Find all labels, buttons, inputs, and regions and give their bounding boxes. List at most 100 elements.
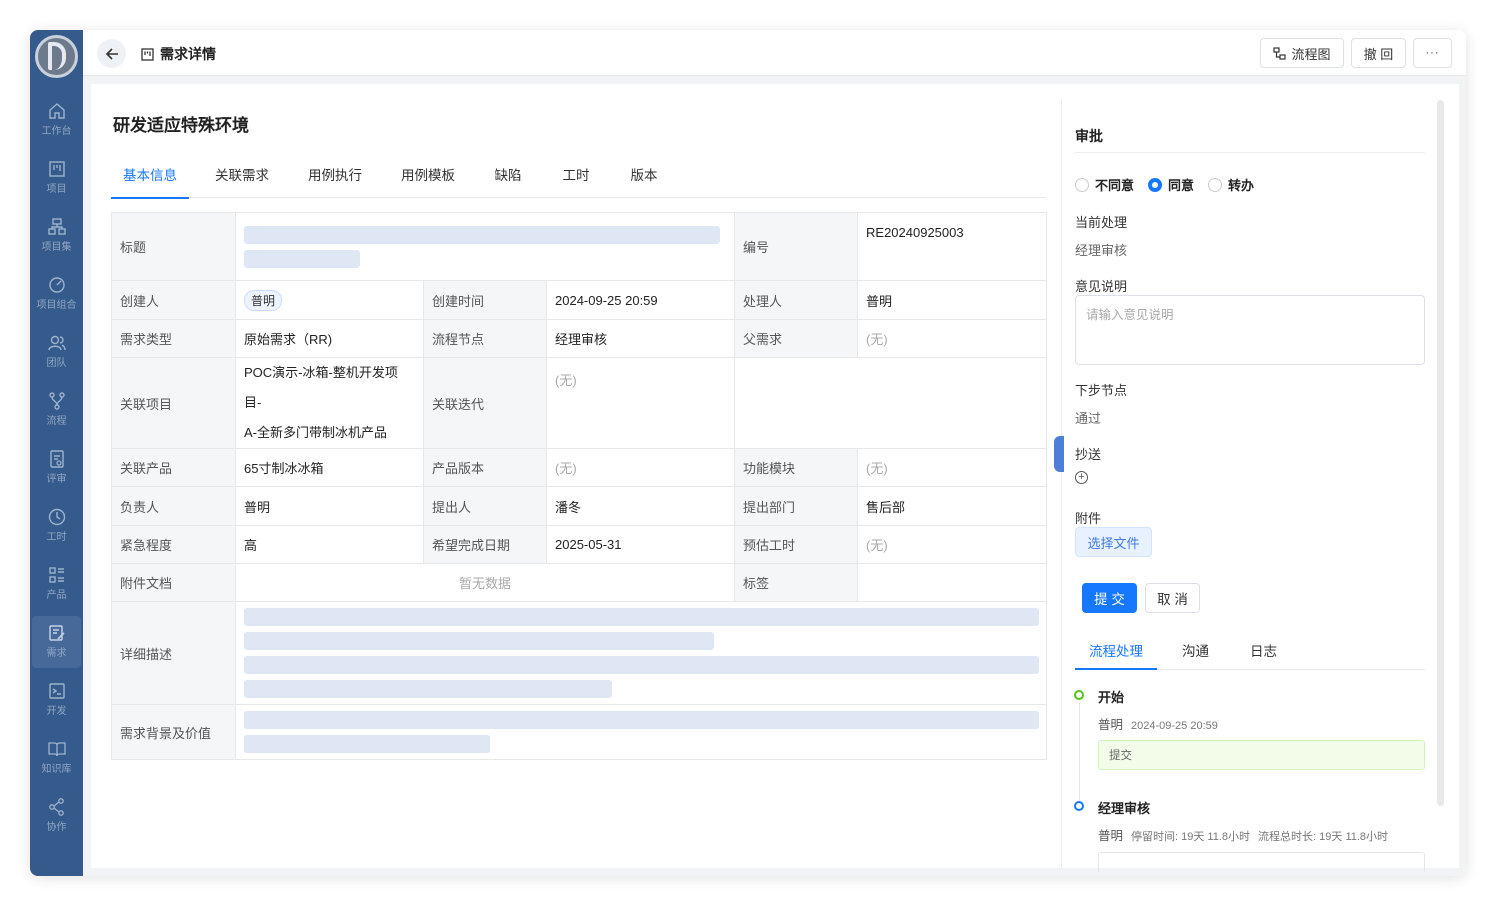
sidebar-item-team[interactable]: 团队 bbox=[32, 326, 81, 378]
field-label: 提出人 bbox=[423, 486, 547, 526]
sidebar-item-flow[interactable]: 流程 bbox=[32, 384, 81, 436]
more-button[interactable]: ··· bbox=[1413, 38, 1452, 68]
requirement-icon bbox=[48, 625, 65, 641]
tab-worktime[interactable]: 工时 bbox=[556, 164, 596, 198]
flow-chart-button[interactable]: 流程图 bbox=[1260, 38, 1344, 68]
tab-basic-info[interactable]: 基本信息 bbox=[111, 164, 189, 199]
sidebar-item-label: 工作台 bbox=[41, 126, 72, 137]
sidebar-item-workbench[interactable]: 工作台 bbox=[32, 94, 81, 146]
sidebar-item-worktime[interactable]: 工时 bbox=[32, 500, 81, 552]
field-label: 负责人 bbox=[111, 486, 236, 526]
decision-radio-group: 不同意 同意 转办 bbox=[1075, 175, 1254, 194]
field-label: 关联迭代 bbox=[423, 357, 547, 449]
field-label: 预估工时 bbox=[734, 525, 859, 564]
parent-value: (无) bbox=[857, 319, 1048, 358]
comment-textarea[interactable]: 请输入意见说明 bbox=[1075, 295, 1425, 365]
flow-icon bbox=[48, 392, 65, 410]
field-label: 功能模块 bbox=[734, 448, 859, 487]
radio-disagree[interactable]: 不同意 bbox=[1075, 175, 1134, 194]
current-label: 当前处理 bbox=[1075, 215, 1128, 230]
top-header: 需求详情 流程图 撤 回 ··· bbox=[83, 30, 1466, 76]
home-icon bbox=[48, 103, 65, 119]
tab-version[interactable]: 版本 bbox=[624, 164, 664, 198]
project-value[interactable]: POC演示-冰箱-整机开发项目- A-全新多门带制冰机产品 bbox=[235, 357, 424, 449]
tag-value bbox=[857, 563, 1048, 602]
timeline-meta: 普明 停留时间: 19天 11.8小时 流程总时长: 19天 11.8小时 bbox=[1098, 829, 1389, 843]
sidebar-item-label: 项目 bbox=[46, 184, 67, 195]
field-label: 附件文档 bbox=[111, 563, 236, 602]
back-button[interactable] bbox=[97, 39, 126, 68]
timeline-title: 开始 bbox=[1098, 690, 1125, 705]
type-value: 原始需求（RR) bbox=[235, 319, 424, 358]
tab-communication[interactable]: 沟通 bbox=[1182, 640, 1209, 660]
handler-value: 普明 bbox=[857, 280, 1048, 320]
tab-related-requirements[interactable]: 关联需求 bbox=[209, 164, 275, 198]
page-title: 需求详情 bbox=[141, 44, 216, 64]
detail-tabs: 基本信息 关联需求 用例执行 用例模板 缺陷 工时 版本 bbox=[111, 164, 1046, 199]
collapse-toggle[interactable] bbox=[1054, 436, 1064, 472]
select-file-button[interactable]: 选择文件 bbox=[1075, 527, 1152, 557]
radio-agree[interactable]: 同意 bbox=[1148, 175, 1194, 194]
sidebar-item-label: 评审 bbox=[46, 474, 67, 485]
empty-cell bbox=[734, 357, 1048, 449]
sidebar-item-review[interactable]: 评审 bbox=[32, 442, 81, 494]
iteration-value: (无) bbox=[545, 357, 736, 449]
revoke-button[interactable]: 撤 回 bbox=[1351, 38, 1406, 68]
due-value: 2025-05-31 bbox=[545, 525, 736, 564]
timeline-title: 经理审核 bbox=[1098, 801, 1151, 816]
field-label: 需求类型 bbox=[111, 319, 236, 358]
review-icon bbox=[49, 450, 64, 468]
sidebar-item-label: 团队 bbox=[46, 358, 67, 369]
node-value: 经理审核 bbox=[545, 319, 736, 358]
tab-flow-process[interactable]: 流程处理 bbox=[1075, 640, 1157, 670]
product-icon bbox=[48, 567, 64, 583]
sidebar-item-project[interactable]: 项目 bbox=[32, 152, 81, 204]
field-label: 流程节点 bbox=[423, 319, 547, 358]
add-cc-icon[interactable]: + bbox=[1075, 471, 1088, 484]
version-value: (无) bbox=[545, 448, 736, 487]
project-icon bbox=[48, 161, 65, 177]
sidebar-item-label: 产品 bbox=[46, 590, 67, 601]
table-row: 关联项目 POC演示-冰箱-整机开发项目- A-全新多门带制冰机产品 关联迭代 … bbox=[111, 357, 1048, 449]
estimate-value: (无) bbox=[857, 525, 1048, 564]
comment-label: 意见说明 bbox=[1075, 279, 1128, 294]
next-node-value: 通过 bbox=[1075, 411, 1102, 426]
tab-defects[interactable]: 缺陷 bbox=[488, 164, 528, 198]
sidebar-item-portfolio[interactable]: 项目组合 bbox=[32, 268, 81, 320]
approval-title: 审批 bbox=[1075, 128, 1103, 144]
cancel-button[interactable]: 取 消 bbox=[1145, 583, 1200, 613]
board-icon bbox=[141, 47, 154, 61]
table-row: 详细描述 bbox=[111, 601, 1048, 705]
requirement-title: 研发适应特殊环境 bbox=[113, 116, 249, 135]
sidebar-item-requirement[interactable]: 需求 bbox=[32, 616, 81, 668]
tab-case-execution[interactable]: 用例执行 bbox=[302, 164, 368, 198]
sidebar-item-product[interactable]: 产品 bbox=[32, 558, 81, 610]
portfolio-icon bbox=[48, 277, 65, 293]
table-row: 附件文档 暂无数据 标签 bbox=[111, 563, 1048, 602]
approval-panel: 审批 不同意 同意 转办 当前处理 经理审核 意见说明 请输入意见说明 下步节点… bbox=[1054, 100, 1441, 872]
sidebar-item-label: 需求 bbox=[46, 648, 67, 659]
project-set-icon bbox=[47, 218, 66, 235]
panel-tabs: 流程处理 沟通 日志 bbox=[1075, 630, 1425, 670]
sidebar-item-collab[interactable]: 协作 bbox=[32, 790, 81, 842]
sidebar-item-develop[interactable]: 开发 bbox=[32, 674, 81, 726]
timeline-line bbox=[1079, 703, 1080, 803]
table-row: 需求背景及价值 bbox=[111, 704, 1048, 760]
field-label: 创建时间 bbox=[423, 280, 547, 320]
title-value bbox=[234, 212, 736, 281]
share-icon bbox=[48, 798, 64, 816]
radio-transfer[interactable]: 转办 bbox=[1208, 175, 1254, 194]
panel-scrollbar[interactable] bbox=[1437, 100, 1444, 806]
field-label: 紧急程度 bbox=[111, 525, 236, 564]
submit-button[interactable]: 提 交 bbox=[1082, 583, 1137, 613]
field-label: 标签 bbox=[734, 563, 859, 602]
attach-empty: 暂无数据 bbox=[234, 563, 736, 602]
arrow-left-icon bbox=[105, 47, 118, 60]
tab-case-template[interactable]: 用例模板 bbox=[395, 164, 461, 198]
sidebar-item-project-set[interactable]: 项目集 bbox=[32, 210, 81, 262]
tab-log[interactable]: 日志 bbox=[1250, 640, 1277, 660]
sidebar-item-knowledge[interactable]: 知识库 bbox=[32, 732, 81, 784]
timeline-dot-start bbox=[1074, 690, 1084, 700]
sidebar-item-label: 项目组合 bbox=[36, 300, 77, 311]
flow-chart-label: 流程图 bbox=[1291, 46, 1331, 62]
